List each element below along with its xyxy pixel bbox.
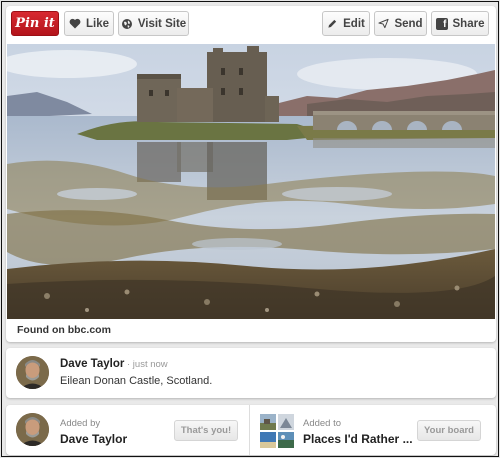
board-thumbnail bbox=[278, 432, 294, 448]
your-board-button[interactable]: Your board bbox=[417, 420, 481, 441]
avatar[interactable] bbox=[16, 413, 49, 446]
pin-detail-frame: Pin it Like Visit Site Edit Send f Share… bbox=[1, 1, 499, 457]
globe-icon bbox=[121, 18, 133, 30]
pencil-icon bbox=[327, 18, 338, 29]
board-thumbnail bbox=[260, 414, 276, 430]
pin-toolbar: Pin it Like Visit Site Edit Send f Share bbox=[6, 6, 496, 44]
board-thumbnails[interactable] bbox=[260, 414, 294, 448]
divider bbox=[249, 405, 250, 455]
pinner-name[interactable]: Dave Taylor · just now bbox=[60, 358, 168, 370]
source-domain[interactable]: Found on bbc.com bbox=[17, 324, 111, 336]
added-by-name[interactable]: Dave Taylor bbox=[60, 432, 127, 446]
pin-timestamp: · just now bbox=[124, 359, 168, 370]
visit-site-button[interactable]: Visit Site bbox=[118, 11, 189, 36]
pin-description: Eilean Donan Castle, Scotland. bbox=[60, 375, 213, 387]
share-button[interactable]: f Share bbox=[431, 11, 489, 36]
edit-label: Edit bbox=[343, 17, 365, 30]
paper-plane-icon bbox=[378, 18, 390, 29]
share-label: Share bbox=[452, 17, 485, 30]
like-label: Like bbox=[85, 17, 109, 30]
castle-photo bbox=[7, 44, 495, 319]
heart-icon bbox=[69, 18, 81, 29]
pin-card: Pin it Like Visit Site Edit Send f Share… bbox=[6, 6, 496, 342]
pin-image[interactable] bbox=[7, 44, 495, 319]
send-label: Send bbox=[394, 17, 423, 30]
pin-it-button[interactable]: Pin it bbox=[11, 11, 59, 36]
like-button[interactable]: Like bbox=[64, 11, 114, 36]
facebook-icon: f bbox=[435, 17, 448, 30]
pinner-name-text: Dave Taylor bbox=[60, 358, 125, 370]
attribution-card: Added by Dave Taylor That's you! Added t… bbox=[6, 405, 496, 455]
visit-site-label: Visit Site bbox=[137, 17, 187, 30]
added-by-label: Added by bbox=[60, 418, 101, 429]
board-thumbnail bbox=[260, 432, 276, 448]
description-card: Dave Taylor · just now Eilean Donan Cast… bbox=[6, 348, 496, 398]
avatar[interactable] bbox=[16, 356, 49, 389]
pin-it-label: Pin it bbox=[15, 16, 55, 31]
edit-button[interactable]: Edit bbox=[322, 11, 370, 36]
board-thumbnail bbox=[278, 414, 294, 430]
thats-you-button[interactable]: That's you! bbox=[174, 420, 238, 441]
board-name[interactable]: Places I'd Rather ... bbox=[303, 432, 413, 446]
added-to-label: Added to bbox=[303, 418, 342, 429]
send-button[interactable]: Send bbox=[374, 11, 427, 36]
